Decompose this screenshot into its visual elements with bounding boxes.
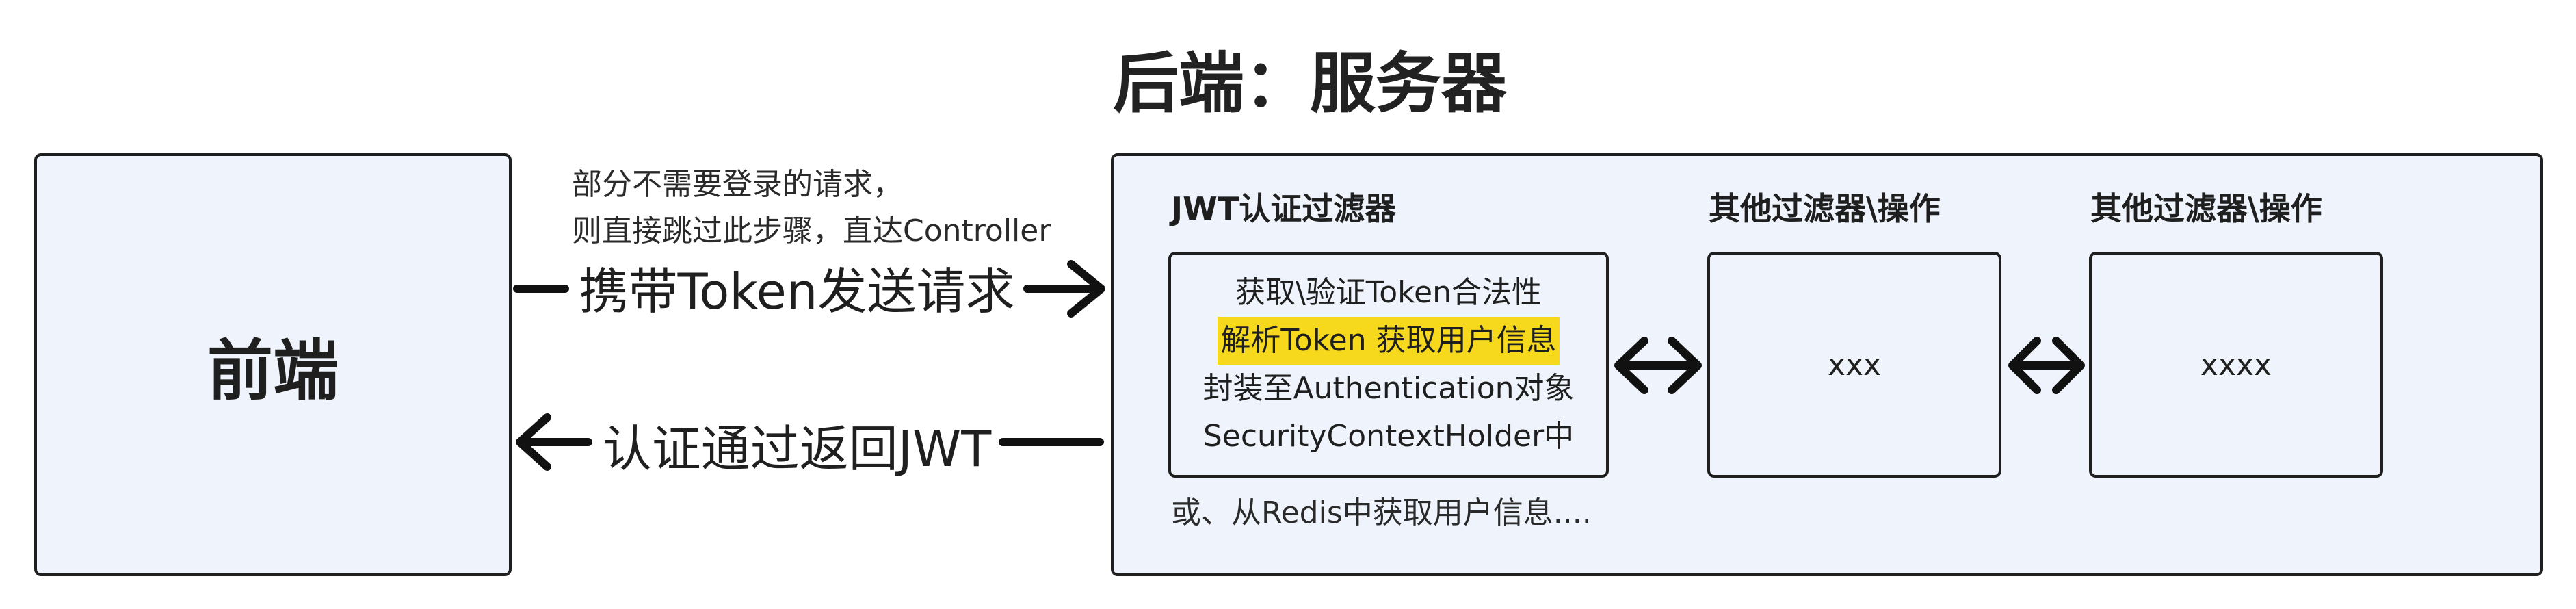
connector-layer xyxy=(513,260,2085,471)
